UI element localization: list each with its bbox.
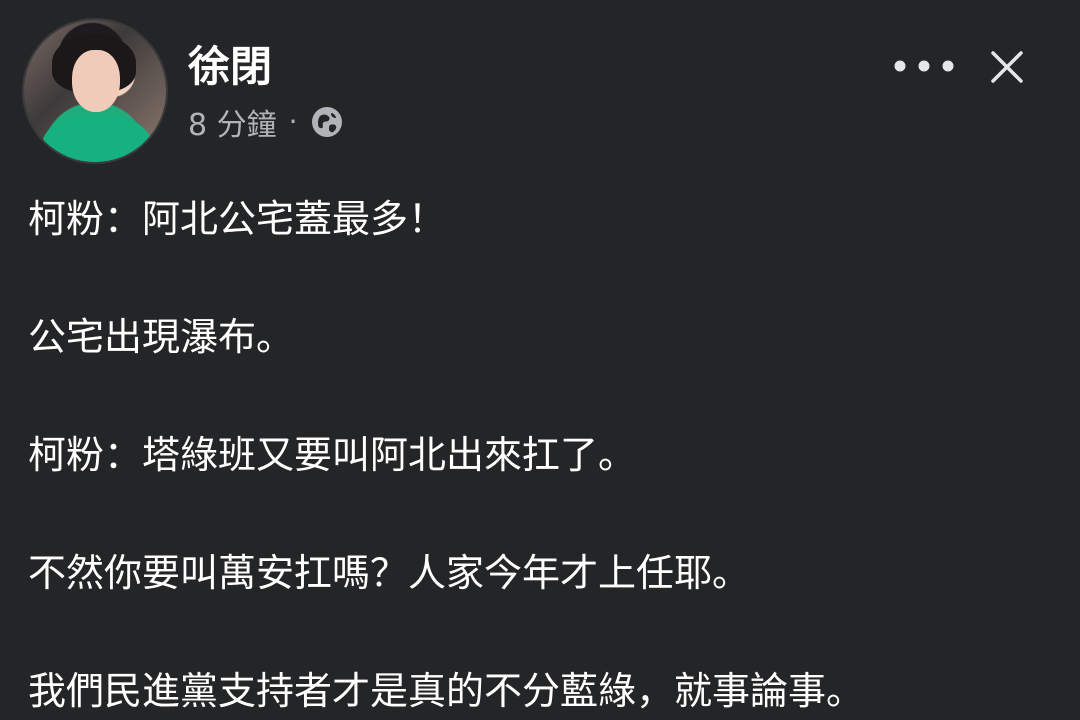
more-horizontal-icon xyxy=(888,54,960,82)
post-meta: 8 分鐘 · xyxy=(188,101,344,143)
post-timestamp[interactable]: 8 分鐘 xyxy=(188,100,277,144)
post-line: 我們民進黨支持者才是真的不分藍綠，就事論事。 xyxy=(28,669,865,713)
post-line: 公宅出現瀑布。 xyxy=(28,315,295,359)
author-name[interactable]: 徐閉 xyxy=(188,42,272,92)
globe-icon xyxy=(310,105,344,139)
meta-separator: · xyxy=(288,105,298,138)
more-options-button[interactable] xyxy=(888,44,960,92)
avatar-face xyxy=(72,50,120,112)
post-line: 柯粉：塔綠班又要叫阿北出來扛了。 xyxy=(28,433,637,477)
avatar[interactable] xyxy=(24,20,166,162)
close-icon xyxy=(987,47,1027,91)
post-line: 柯粉：阿北公宅蓋最多！ xyxy=(28,197,447,241)
close-button[interactable] xyxy=(982,44,1032,94)
post-line: 不然你要叫萬安扛嗎？人家今年才上任耶。 xyxy=(28,551,751,595)
avatar-clothes xyxy=(42,114,152,162)
post-header: 徐閉 8 分鐘 · xyxy=(0,0,1080,170)
post-body: 柯粉：阿北公宅蓋最多！ 公宅出現瀑布。 柯粉：塔綠班又要叫阿北出來扛了。 不然你… xyxy=(28,190,1068,720)
